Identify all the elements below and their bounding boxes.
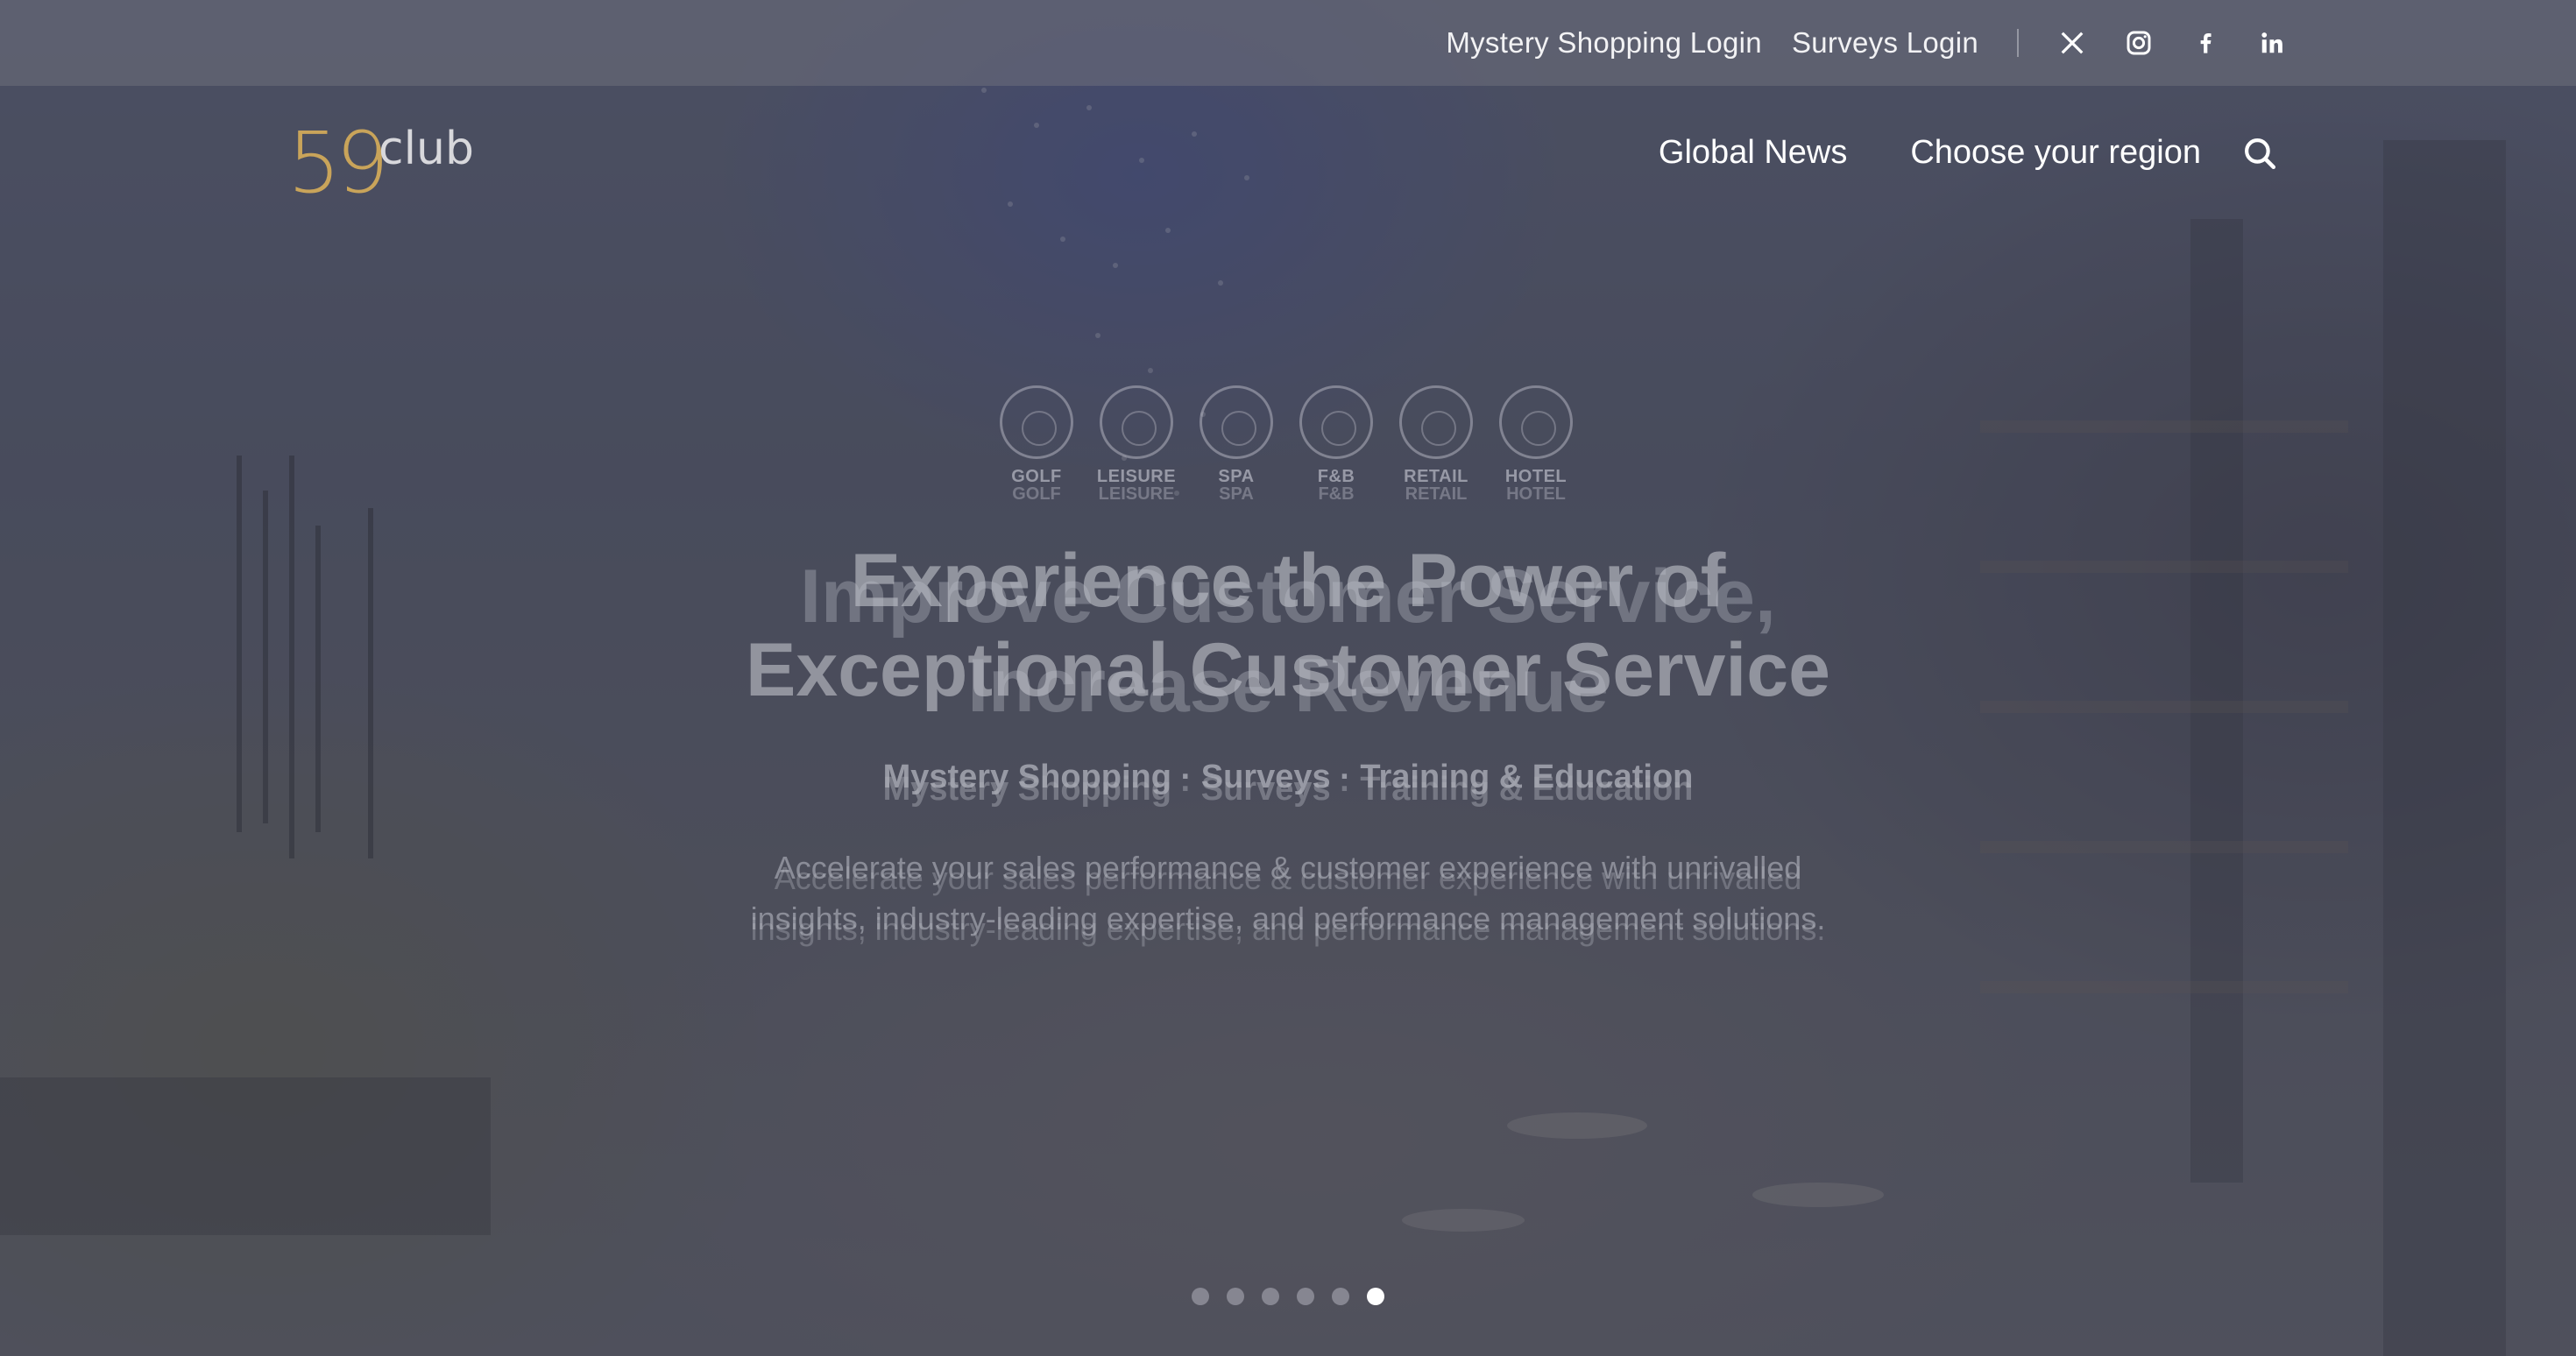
category-label-ghost: RETAIL <box>1405 484 1468 504</box>
logo-number: 59 <box>287 114 389 212</box>
category-label: SPA <box>1218 467 1255 486</box>
linkedin-icon[interactable] <box>2257 28 2287 58</box>
category-label-ghost: SPA <box>1219 484 1254 504</box>
hero-headline-previous: Improve Customer Service, Increase Reven… <box>0 552 2576 731</box>
category-label-ghost: GOLF <box>1012 484 1061 504</box>
top-utility-bar: Mystery Shopping Login Surveys Login <box>0 0 2576 86</box>
hotel-icon <box>1499 385 1573 459</box>
description-ghost-line2: insights, industry-leading expertise, an… <box>750 911 1826 947</box>
facebook-icon[interactable] <box>2190 28 2220 58</box>
main-navigation: 59 club Global News Choose your region <box>0 86 2576 235</box>
logo-word: club <box>379 123 475 175</box>
category-icons: GOLF GOLF LEISURE LEISURE SPA SPA F&B F&… <box>999 385 1574 503</box>
retail-icon <box>1399 385 1473 459</box>
slider-dot[interactable] <box>1262 1288 1279 1305</box>
services-subheading-ghost: Mystery Shopping · Surveys · Training & … <box>882 771 1694 808</box>
slider-dot[interactable] <box>1297 1288 1314 1305</box>
category-label: RETAIL <box>1404 467 1468 486</box>
surveys-login-link[interactable]: Surveys Login <box>1792 26 1978 60</box>
category-fnb: F&B F&B <box>1299 385 1374 503</box>
description-ghost-line1: Accelerate your sales performance & cust… <box>774 860 1802 896</box>
category-label: GOLF <box>1011 467 1062 486</box>
category-label: LEISURE <box>1096 467 1177 486</box>
hero-headline: Improve Customer Service, Increase Reven… <box>0 536 2576 728</box>
category-label-ghost: F&B <box>1318 484 1355 504</box>
nav-links: Global News Choose your region <box>1596 134 2278 172</box>
social-links <box>2057 28 2287 58</box>
leisure-icon <box>1100 385 1173 459</box>
category-hotel: HOTEL HOTEL <box>1498 385 1574 503</box>
category-label: F&B <box>1317 467 1355 486</box>
search-icon[interactable] <box>2241 135 2278 172</box>
site-logo[interactable]: 59 club <box>287 121 480 205</box>
headline-previous-line1: Improve Customer Service, <box>800 554 1776 639</box>
choose-region-link[interactable]: Choose your region <box>1910 134 2201 172</box>
topbar-divider <box>2017 29 2019 57</box>
slider-dot[interactable] <box>1192 1288 1209 1305</box>
category-label: HOTEL <box>1504 467 1568 486</box>
category-spa: SPA SPA <box>1199 385 1274 503</box>
food-beverage-icon <box>1299 385 1373 459</box>
slider-dot[interactable] <box>1367 1288 1384 1305</box>
mystery-shopping-login-link[interactable]: Mystery Shopping Login <box>1446 26 1762 60</box>
category-leisure: LEISURE LEISURE <box>1096 385 1177 504</box>
category-retail: RETAIL RETAIL <box>1398 385 1474 503</box>
category-golf: GOLF GOLF <box>999 385 1074 503</box>
hero-description-ghost: Accelerate your sales performance & cust… <box>0 853 2576 955</box>
slider-dots <box>1192 1288 1384 1305</box>
slider-dot[interactable] <box>1227 1288 1244 1305</box>
spa-icon <box>1200 385 1273 459</box>
category-label-ghost: HOTEL <box>1506 484 1566 504</box>
headline-previous-line2: Increase Revenue <box>967 644 1609 728</box>
instagram-icon[interactable] <box>2124 28 2154 58</box>
slider-dot[interactable] <box>1332 1288 1349 1305</box>
golf-icon <box>1000 385 1073 459</box>
global-news-link[interactable]: Global News <box>1659 134 1847 172</box>
category-label-ghost: LEISURE <box>1098 484 1175 504</box>
x-icon[interactable] <box>2057 28 2087 58</box>
